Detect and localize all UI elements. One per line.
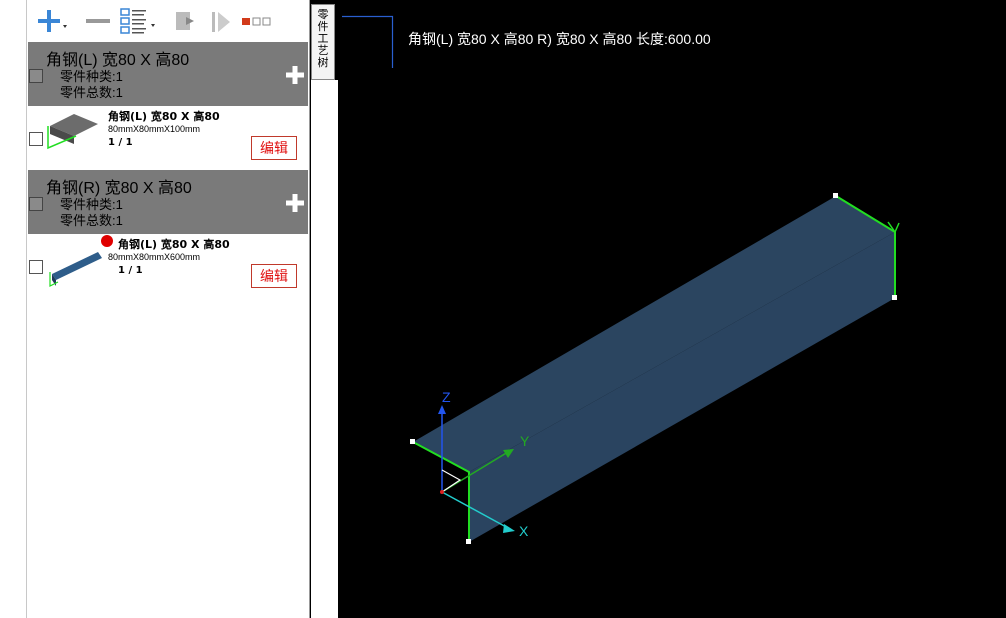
part-thumbnail [47, 114, 98, 150]
tab-label: 零件工艺树 [317, 8, 329, 69]
viewport-canvas: Z Y X [342, 15, 900, 544]
toolbar [28, 4, 308, 38]
remove-icon[interactable] [84, 6, 112, 36]
layout-icon[interactable] [240, 6, 274, 36]
run-icon[interactable] [208, 6, 234, 36]
list-view-icon[interactable] [118, 6, 158, 36]
item-checkbox[interactable] [29, 132, 43, 146]
group-part-total: 零件总数:1 [60, 85, 123, 100]
export-icon[interactable] [172, 6, 200, 36]
vertex-marker [410, 439, 415, 444]
add-icon[interactable] [34, 6, 68, 36]
3d-viewport[interactable]: Z Y X 角钢(L) 宽80 X 高80 R) 宽80 X 高80 长度:60… [338, 0, 1006, 618]
title-bracket [342, 15, 394, 68]
item-dimensions: 80mmX80mmX600mm [108, 252, 201, 262]
group-header-angle-l[interactable]: 角钢(L) 宽80 X 高80 零件种类:1 零件总数:1 [28, 42, 308, 106]
expand-plus-icon[interactable] [286, 194, 304, 212]
item-count: 1 / 1 [108, 137, 133, 148]
vertex-marker [466, 539, 471, 544]
list-item-part-2[interactable]: 角钢(L) 宽80 X 高80 80mmX80mmX600mm 1 / 1 编辑 [28, 234, 308, 296]
vertex-marker [833, 193, 838, 198]
item-checkbox[interactable] [29, 260, 43, 274]
item-title: 角钢(L) 宽80 X 高80 [108, 110, 220, 123]
part-tree-panel: 角钢(L) 宽80 X 高80 零件种类:1 零件总数:1 角钢(L) 宽80 … [0, 0, 310, 618]
group-checkbox[interactable] [29, 197, 43, 211]
x-axis-label: X [519, 523, 529, 539]
expand-plus-icon[interactable] [286, 66, 304, 84]
group-part-total: 零件总数:1 [60, 213, 123, 228]
part-thumbnail [49, 252, 102, 287]
tab-part-process-tree[interactable]: 零件工艺树 [311, 4, 335, 80]
group-header-angle-r[interactable]: 角钢(R) 宽80 X 高80 零件种类:1 零件总数:1 [28, 170, 308, 234]
item-dimensions: 80mmX80mmX100mm [108, 124, 201, 134]
vertex-marker [892, 295, 897, 300]
y-axis-label: Y [520, 433, 530, 449]
item-count: 1 / 1 [118, 265, 143, 276]
z-axis-label: Z [442, 389, 451, 405]
group-checkbox[interactable] [29, 69, 43, 83]
side-tab-strip [311, 80, 338, 618]
edit-button[interactable]: 编辑 [251, 264, 297, 288]
origin-point [440, 490, 444, 494]
item-title: 角钢(L) 宽80 X 高80 [118, 238, 230, 251]
edit-button[interactable]: 编辑 [251, 136, 297, 160]
list-item-part-1[interactable]: 角钢(L) 宽80 X 高80 80mmX80mmX100mm 1 / 1 编辑 [28, 106, 308, 168]
part-info-title: 角钢(L) 宽80 X 高80 R) 宽80 X 高80 长度:600.00 [408, 31, 711, 47]
